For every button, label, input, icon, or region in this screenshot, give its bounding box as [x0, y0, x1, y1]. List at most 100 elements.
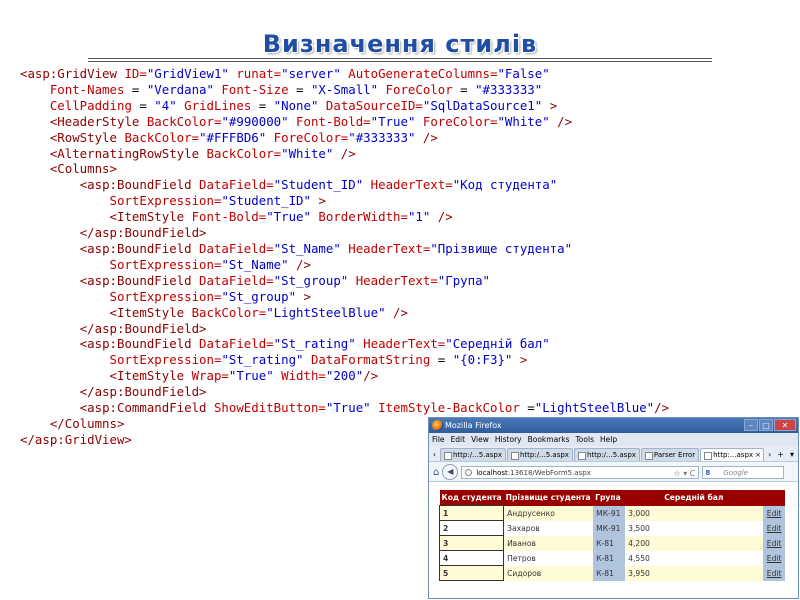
code-token: ItemStyle-BackColor: [370, 400, 528, 416]
navigation-bar: ⌂ ◀ localhost:13618/WebForm5.aspx ☆ ▾ C …: [429, 461, 798, 482]
tab-3[interactable]: http:/...5.aspx: [573, 448, 640, 461]
header-rating: Середній бал: [625, 490, 763, 506]
code-token: "Verdana": [146, 81, 214, 97]
edit-cell: Edit: [762, 520, 785, 536]
code-token: Font-Names: [49, 81, 132, 97]
cell-group: К-81: [593, 550, 626, 566]
tab-2[interactable]: http:/...5.aspx: [506, 448, 573, 461]
code-token: "1": [407, 209, 431, 225]
cell-student-id: 3: [438, 535, 505, 551]
code-token: CellPadding: [49, 97, 140, 113]
menu-edit[interactable]: Edit: [451, 433, 466, 446]
edit-link[interactable]: Edit: [767, 524, 782, 533]
edit-link[interactable]: Edit: [767, 554, 782, 563]
close-button[interactable]: ✕: [774, 419, 796, 431]
menu-tools[interactable]: Tools: [576, 433, 594, 446]
code-token: "SqlDataSource1": [422, 97, 543, 113]
back-icon[interactable]: ◀: [442, 464, 459, 480]
code-token: >: [549, 97, 558, 113]
menu-file[interactable]: File: [432, 433, 445, 446]
tab-label: http:/...5.aspx: [586, 451, 636, 459]
menu-bar: File Edit View History Bookmarks Tools H…: [429, 433, 798, 446]
code-token: DataFormatString: [303, 352, 438, 368]
code-token: "White": [497, 113, 550, 129]
tab-4[interactable]: Parser Error: [640, 448, 700, 461]
url-bar[interactable]: localhost:13618/WebForm5.aspx ☆ ▾ C: [461, 465, 700, 480]
code-token: BackColor=: [191, 304, 267, 320]
tab-scroll-left-icon[interactable]: ‹: [430, 448, 439, 461]
tab-5-active[interactable]: http:...aspx ×: [700, 448, 765, 461]
code-token: runat=: [228, 66, 282, 81]
code-token: </asp:BoundField>: [79, 384, 207, 400]
edit-link[interactable]: Edit: [767, 539, 782, 548]
page-icon: [704, 452, 713, 460]
cell-rating: 3,500: [625, 520, 763, 536]
firefox-window: Mozilla Firefox – □ ✕ File Edit View His…: [428, 417, 799, 599]
code-token: />: [415, 129, 438, 145]
code-token: Wrap=: [191, 368, 229, 384]
code-token: HeaderText=: [363, 177, 453, 193]
code-token: "server": [281, 66, 341, 81]
menu-help[interactable]: Help: [600, 433, 617, 446]
home-icon[interactable]: ⌂: [433, 467, 439, 478]
code-token: "#333333": [475, 81, 543, 97]
code-token: SortExpression=: [109, 193, 222, 209]
code-token: Font-Bold=: [191, 209, 267, 225]
search-box[interactable]: 8 Google: [702, 465, 785, 479]
menu-view[interactable]: View: [471, 433, 489, 446]
edit-link[interactable]: Edit: [767, 569, 782, 578]
code-token: DataField=: [199, 177, 274, 193]
code-token: "St_rating": [221, 352, 304, 368]
code-token: ForeColor=: [415, 113, 498, 129]
code-token: <asp:BoundField: [79, 272, 200, 288]
code-token: <ItemStyle: [109, 368, 192, 384]
code-token: />: [549, 113, 573, 129]
code-token: "LightSteelBlue": [534, 400, 655, 416]
code-token: "Середній бал": [445, 336, 550, 352]
code-token: "#990000": [221, 113, 289, 129]
header-student-name: Прізвище студента: [503, 490, 594, 506]
code-token: </asp:BoundField>: [79, 320, 207, 336]
code-token: />: [288, 256, 311, 272]
page-icon: [444, 452, 452, 460]
url-host: localhost: [476, 468, 508, 477]
bookmark-star-icon[interactable]: ☆ ▾ C: [674, 467, 696, 480]
code-token: "X-Small": [310, 81, 379, 97]
code-token: <ItemStyle: [109, 209, 192, 225]
code-token: BackColor=: [146, 113, 222, 129]
menu-history[interactable]: History: [495, 433, 522, 446]
grid-header-row: Код студента Прізвище студента Група Сер…: [439, 490, 785, 506]
tab-1[interactable]: http:/...5.aspx: [440, 448, 506, 461]
code-token: "True": [266, 209, 311, 225]
menu-bookmarks[interactable]: Bookmarks: [528, 433, 570, 446]
edit-cell: Edit: [762, 565, 785, 581]
firefox-logo-icon: [432, 420, 443, 431]
cell-group: МК-91: [593, 505, 626, 521]
minimize-button[interactable]: –: [744, 419, 758, 431]
tab-scroll-right-icon[interactable]: ›: [768, 448, 771, 461]
header-command: [762, 490, 785, 506]
edit-link[interactable]: Edit: [767, 509, 782, 518]
table-row: 2 Захаров МК-91 3,500 Edit: [438, 520, 785, 536]
page-icon: [510, 452, 519, 460]
code-token: "White": [281, 145, 334, 161]
maximize-button[interactable]: □: [759, 419, 773, 431]
code-token: </asp:GridView>: [20, 431, 132, 447]
code-token: ForeColor: [378, 81, 461, 97]
students-gridview: Код студента Прізвище студента Група Сер…: [438, 490, 785, 581]
tab-list-icon[interactable]: ▾: [790, 448, 794, 461]
edit-cell: Edit: [762, 535, 785, 551]
table-row: 4 Петров К-81 4,550 Edit: [438, 550, 785, 566]
new-tab-icon[interactable]: +: [777, 448, 784, 461]
cell-group: К-81: [593, 565, 626, 581]
cell-rating: 4,550: [625, 550, 763, 566]
window-titlebar[interactable]: Mozilla Firefox – □ ✕: [429, 418, 798, 433]
